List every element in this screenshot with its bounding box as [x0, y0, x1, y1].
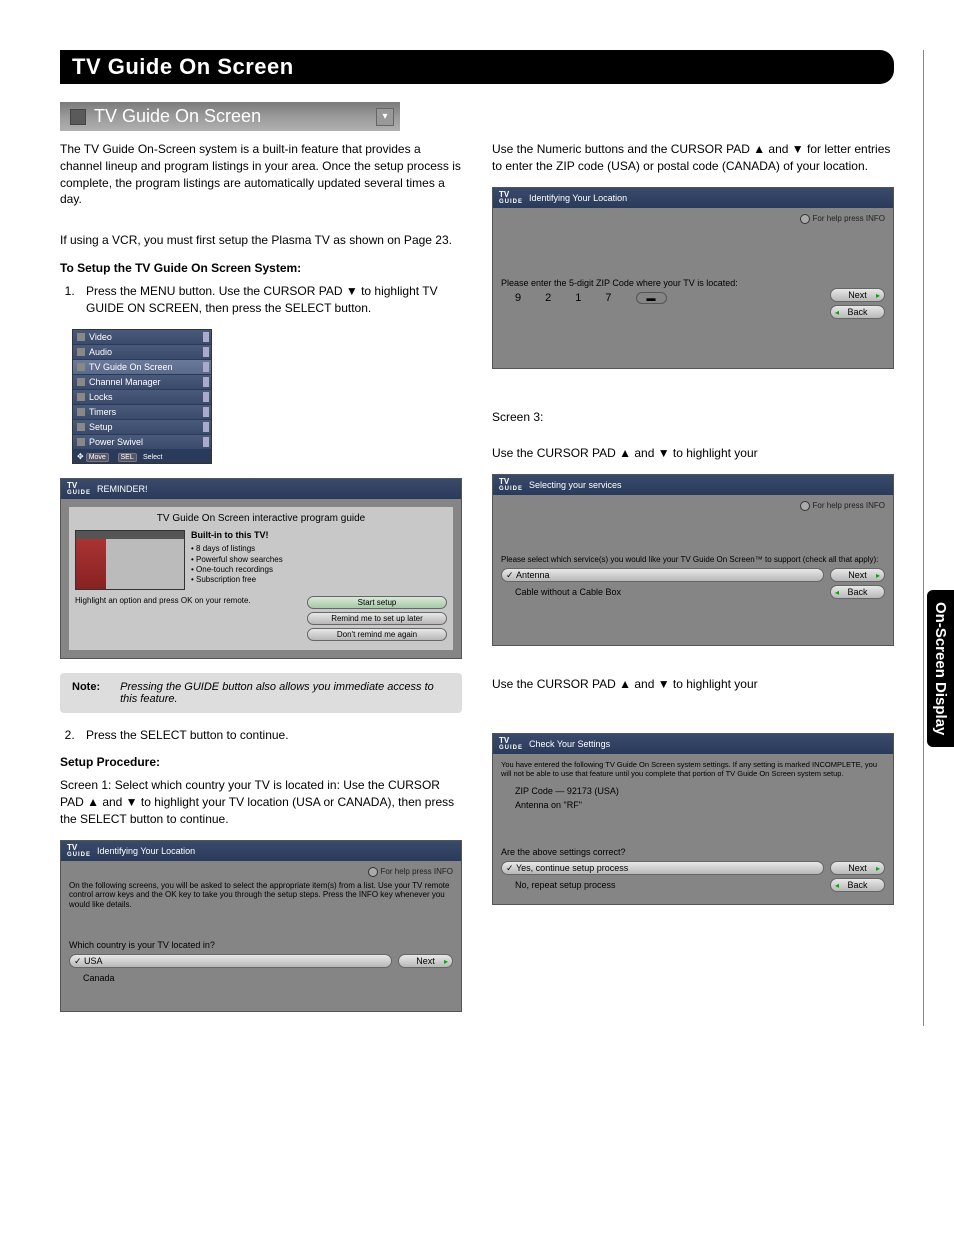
side-tab: On-Screen Display	[927, 590, 954, 747]
zip-digit: 1	[575, 292, 581, 304]
reminder-header: TVGUIDE REMINDER!	[61, 479, 461, 499]
next-button[interactable]: Next▸	[830, 861, 885, 875]
start-setup-button[interactable]: Start setup	[307, 596, 447, 609]
menu-item: Setup	[73, 420, 211, 435]
procedure-heading: Setup Procedure:	[60, 755, 462, 769]
location-box: TVGUIDEIdentifying Your Location For hel…	[60, 840, 462, 1012]
option-canada[interactable]: Canada	[83, 971, 392, 985]
back-button[interactable]: ◂Back	[830, 305, 885, 319]
next-button[interactable]: Next▸	[398, 954, 453, 968]
menu-item: Channel Manager	[73, 375, 211, 390]
zip-question: Please enter the 5-digit ZIP Code where …	[501, 278, 885, 288]
help-hint: For help press INFO	[501, 214, 885, 224]
option-yes[interactable]: ✓Yes, continue setup process	[501, 861, 824, 875]
back-button[interactable]: ◂Back	[830, 878, 885, 892]
next-button[interactable]: Next▸	[830, 288, 885, 302]
option-cable[interactable]: Cable without a Cable Box	[515, 585, 824, 599]
intro-text: The TV Guide On-Screen system is a built…	[60, 141, 462, 208]
menu-footer: ✥Move SEL Select	[73, 450, 211, 463]
zip-digit: 7	[605, 292, 611, 304]
option-usa[interactable]: ✓USA	[69, 954, 392, 968]
section-header: TV Guide On Screen ▾	[60, 102, 400, 131]
zip-digit: 9	[515, 292, 521, 304]
screen3-label: Screen 3:	[492, 409, 894, 426]
dont-remind-button[interactable]: Don't remind me again	[307, 628, 447, 641]
setting-antenna: Antenna on "RF"	[515, 798, 885, 812]
right-column: Use the Numeric buttons and the CURSOR P…	[492, 141, 894, 1026]
cursor-hint-2: Use the CURSOR PAD ▲ and ▼ to highlight …	[492, 676, 894, 693]
menu-item: Locks	[73, 390, 211, 405]
cursor-hint-1: Use the CURSOR PAD ▲ and ▼ to highlight …	[492, 445, 894, 462]
confirm-question: Are the above settings correct?	[501, 847, 885, 857]
zip-digit: 2	[545, 292, 551, 304]
help-hint: For help press INFO	[501, 501, 885, 511]
remind-later-button[interactable]: Remind me to set up later	[307, 612, 447, 625]
help-hint: For help press INFO	[69, 867, 453, 877]
setup-heading: To Setup the TV Guide On Screen System:	[60, 261, 462, 275]
dropdown-icon: ▾	[376, 108, 394, 126]
reminder-hint: Highlight an option and press OK on your…	[75, 596, 301, 644]
check-settings-box: TVGUIDECheck Your Settings You have ente…	[492, 733, 894, 905]
next-button[interactable]: Next▸	[830, 568, 885, 582]
osd-menu: Video Audio TV Guide On Screen Channel M…	[72, 329, 212, 464]
services-box: TVGUIDESelecting your services For help …	[492, 474, 894, 646]
page-header: TV Guide On Screen	[60, 50, 894, 84]
menu-item: Audio	[73, 345, 211, 360]
option-antenna[interactable]: ✓Antenna	[501, 568, 824, 582]
vcr-note: If using a VCR, you must first setup the…	[60, 232, 462, 249]
zip-box: TVGUIDEIdentifying Your Location For hel…	[492, 187, 894, 369]
services-question: Please select which service(s) you would…	[501, 555, 885, 564]
check-text: You have entered the following TV Guide …	[501, 760, 885, 778]
location-instructions: On the following screens, you will be as…	[69, 881, 453, 910]
menu-item: Video	[73, 330, 211, 345]
setting-zip: ZIP Code — 92173 (USA)	[515, 784, 885, 798]
screen1-text: Screen 1: Select which country your TV i…	[60, 777, 462, 827]
section-title: TV Guide On Screen	[94, 106, 261, 127]
step-1: Press the MENU button. Use the CURSOR PA…	[78, 283, 462, 317]
option-no[interactable]: No, repeat setup process	[515, 878, 824, 892]
back-button[interactable]: ◂Back	[830, 585, 885, 599]
zip-cursor: ▬	[636, 292, 667, 304]
reminder-features: Built-in to this TV! • 8 days of listing…	[191, 530, 283, 586]
vertical-rule	[923, 50, 924, 1026]
note-box: Note: Pressing the GUIDE button also all…	[60, 673, 462, 713]
left-column: The TV Guide On-Screen system is a built…	[60, 141, 462, 1026]
menu-item: Timers	[73, 405, 211, 420]
step-2: Press the SELECT button to continue.	[78, 727, 462, 744]
reminder-title: TV Guide On Screen interactive program g…	[75, 513, 447, 524]
reminder-image	[75, 530, 185, 590]
menu-item: Power Swivel	[73, 435, 211, 450]
menu-item-selected: TV Guide On Screen	[73, 360, 211, 375]
zip-intro: Use the Numeric buttons and the CURSOR P…	[492, 141, 894, 175]
reminder-box: TVGUIDE REMINDER! TV Guide On Screen int…	[60, 478, 462, 659]
country-question: Which country is your TV located in?	[69, 940, 453, 950]
